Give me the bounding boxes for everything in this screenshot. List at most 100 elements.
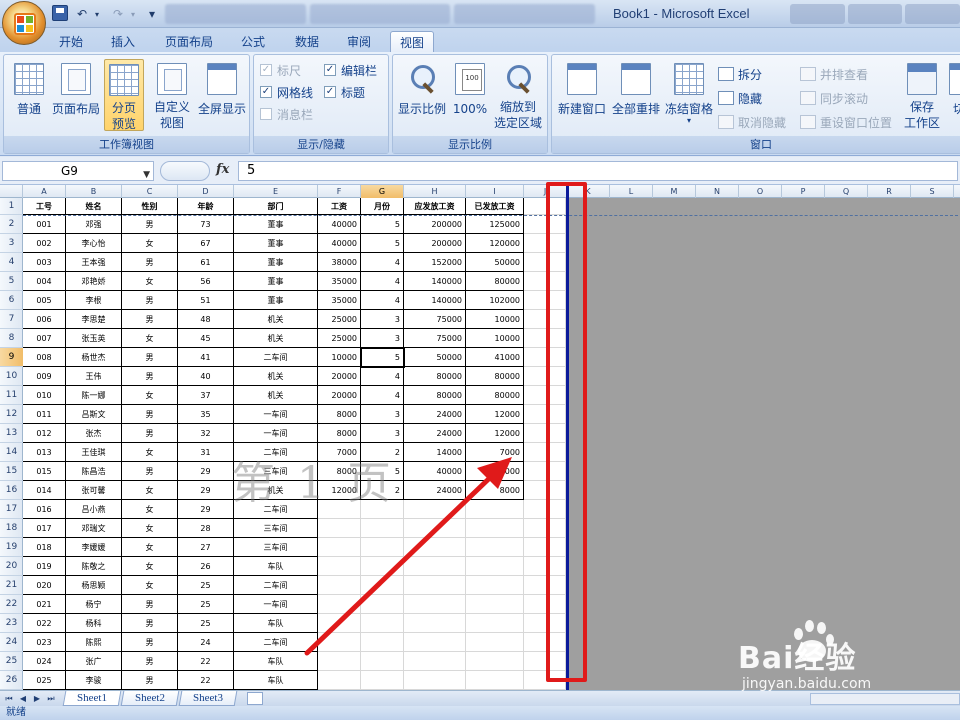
table-cell[interactable]: 车队: [234, 557, 318, 576]
reset-window-position-button[interactable]: 重设窗口位置: [800, 113, 892, 131]
table-cell[interactable]: 22: [178, 671, 234, 690]
row-header-2[interactable]: 2: [0, 215, 23, 234]
table-cell[interactable]: 25: [178, 595, 234, 614]
table-cell[interactable]: 男: [122, 310, 178, 329]
table-cell[interactable]: 12000: [466, 424, 524, 443]
hide-button[interactable]: 隐藏: [718, 89, 762, 107]
table-cell[interactable]: [318, 538, 361, 557]
tab-home[interactable]: 开始: [50, 31, 92, 52]
split-button[interactable]: 拆分: [718, 65, 762, 83]
table-cell[interactable]: 40: [178, 367, 234, 386]
table-cell[interactable]: [404, 595, 466, 614]
table-cell[interactable]: 女: [122, 538, 178, 557]
table-cell[interactable]: [466, 538, 524, 557]
column-header-R[interactable]: R: [868, 185, 911, 198]
row-header-9[interactable]: 9: [0, 348, 23, 367]
table-cell[interactable]: [318, 595, 361, 614]
sheet-tab-sheet1[interactable]: Sheet1: [62, 691, 122, 706]
table-cell[interactable]: [466, 500, 524, 519]
message-bar-checkbox[interactable]: 消息栏: [260, 105, 313, 123]
table-cell[interactable]: [361, 519, 404, 538]
table-cell[interactable]: 二车间: [234, 576, 318, 595]
table-header-cell[interactable]: 应发放工资: [404, 198, 466, 215]
table-cell[interactable]: 28: [178, 519, 234, 538]
table-cell[interactable]: 男: [122, 424, 178, 443]
table-cell[interactable]: 31: [178, 443, 234, 462]
headings-checkbox[interactable]: ✓ 标题: [324, 83, 365, 101]
redo-dropdown-icon[interactable]: ▾: [128, 5, 138, 23]
row-header-22[interactable]: 22: [0, 595, 23, 614]
table-cell[interactable]: 10000: [466, 329, 524, 348]
table-cell[interactable]: [404, 500, 466, 519]
table-cell[interactable]: 29: [178, 462, 234, 481]
arrange-all-button[interactable]: 全部重排: [610, 59, 662, 131]
table-cell[interactable]: 35000: [318, 272, 361, 291]
table-cell[interactable]: 32000: [466, 462, 524, 481]
table-cell[interactable]: 015: [23, 462, 66, 481]
zoom-button[interactable]: 显示比例: [397, 59, 447, 131]
table-cell[interactable]: 3: [361, 329, 404, 348]
custom-views-button[interactable]: 自定义 视图: [150, 59, 194, 131]
row-header-19[interactable]: 19: [0, 538, 23, 557]
row-header-23[interactable]: 23: [0, 614, 23, 633]
table-cell[interactable]: 12000: [466, 405, 524, 424]
table-cell[interactable]: 杨思颖: [66, 576, 122, 595]
formula-expander[interactable]: [160, 161, 210, 181]
table-cell[interactable]: 38000: [318, 253, 361, 272]
table-cell[interactable]: 61: [178, 253, 234, 272]
table-cell[interactable]: 5: [361, 234, 404, 253]
table-cell[interactable]: 三车间: [234, 538, 318, 557]
normal-view-button[interactable]: 普通: [8, 59, 50, 131]
table-cell[interactable]: 一车间: [234, 424, 318, 443]
freeze-panes-button[interactable]: 冻结窗格 ▾: [664, 59, 714, 131]
first-sheet-icon[interactable]: ⏮: [2, 692, 16, 705]
next-sheet-icon[interactable]: ▶: [30, 692, 44, 705]
table-cell[interactable]: [361, 671, 404, 690]
redo-icon[interactable]: ↷: [110, 5, 126, 23]
table-cell[interactable]: 机关: [234, 367, 318, 386]
table-header-cell[interactable]: 工号: [23, 198, 66, 215]
column-header-P[interactable]: P: [782, 185, 825, 198]
table-header-cell[interactable]: 部门: [234, 198, 318, 215]
last-sheet-icon[interactable]: ⏭: [44, 692, 58, 705]
table-cell[interactable]: 200000: [404, 234, 466, 253]
column-header-A[interactable]: A: [23, 185, 66, 198]
table-cell[interactable]: [466, 652, 524, 671]
table-cell[interactable]: 25000: [318, 310, 361, 329]
undo-dropdown-icon[interactable]: ▾: [92, 5, 102, 23]
tab-data[interactable]: 数据: [286, 31, 328, 52]
table-cell[interactable]: [361, 652, 404, 671]
table-cell[interactable]: 男: [122, 595, 178, 614]
table-cell[interactable]: 李媛媛: [66, 538, 122, 557]
table-cell[interactable]: [318, 671, 361, 690]
table-cell[interactable]: 008: [23, 348, 66, 367]
insert-function-icon[interactable]: fx: [216, 162, 229, 177]
table-cell[interactable]: 020: [23, 576, 66, 595]
column-header-N[interactable]: N: [696, 185, 739, 198]
select-all-corner[interactable]: [0, 185, 23, 198]
row-header-5[interactable]: 5: [0, 272, 23, 291]
table-cell[interactable]: [361, 595, 404, 614]
table-cell[interactable]: 4: [361, 367, 404, 386]
page-layout-view-button[interactable]: 页面布局: [50, 59, 102, 131]
column-header-H[interactable]: H: [404, 185, 466, 198]
table-cell[interactable]: [318, 576, 361, 595]
row-header-8[interactable]: 8: [0, 329, 23, 348]
insert-sheet-icon[interactable]: [247, 692, 263, 705]
table-cell[interactable]: 8000: [318, 405, 361, 424]
table-cell[interactable]: 女: [122, 557, 178, 576]
table-cell[interactable]: 37: [178, 386, 234, 405]
table-cell[interactable]: 邓强: [66, 215, 122, 234]
table-cell[interactable]: [466, 519, 524, 538]
table-cell[interactable]: 26: [178, 557, 234, 576]
table-cell[interactable]: 男: [122, 215, 178, 234]
table-cell[interactable]: [404, 614, 466, 633]
table-cell[interactable]: 25: [178, 614, 234, 633]
tab-review[interactable]: 审阅: [338, 31, 380, 52]
table-cell[interactable]: 李骏: [66, 671, 122, 690]
row-header-14[interactable]: 14: [0, 443, 23, 462]
table-cell[interactable]: 女: [122, 386, 178, 405]
table-cell[interactable]: 35000: [318, 291, 361, 310]
table-cell[interactable]: 5: [361, 348, 404, 367]
table-cell[interactable]: 4: [361, 386, 404, 405]
